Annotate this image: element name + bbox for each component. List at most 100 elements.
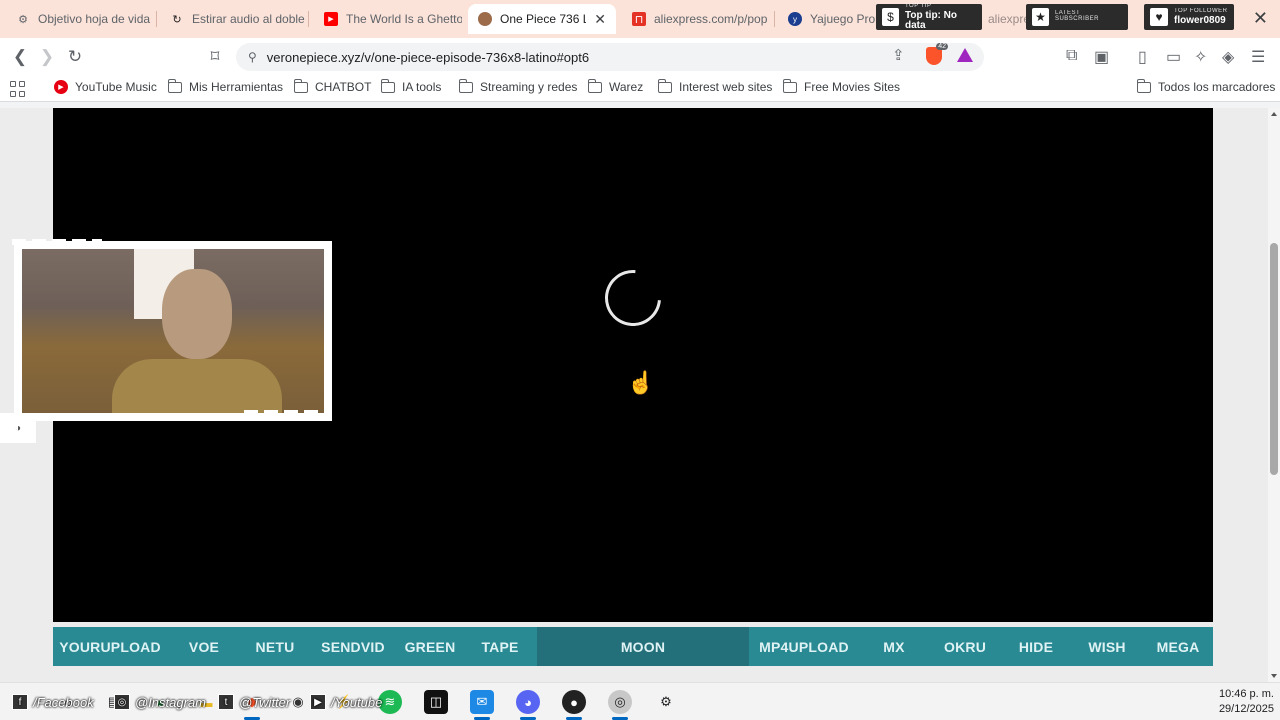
wallet-icon[interactable]: ▭ bbox=[1166, 47, 1181, 67]
site-info-icon[interactable]: ⚲ bbox=[248, 50, 257, 64]
bookmark-mis-herramientas[interactable]: Mis Herramientas bbox=[167, 78, 283, 94]
address-bar[interactable]: ⚲ veronepiece.xyz/v/one-piece-episode-73… bbox=[236, 43, 984, 71]
social-label: /Facebook bbox=[33, 694, 94, 710]
youtube-icon: ▶ bbox=[324, 12, 338, 26]
sidebar-icon[interactable]: ▯ bbox=[1138, 47, 1147, 67]
top-tip-overlay: $ TOP TIP Top tip: No data bbox=[876, 3, 982, 31]
disc-icon[interactable]: ◎ bbox=[608, 690, 632, 714]
page-scrollbar[interactable] bbox=[1268, 108, 1280, 682]
tab-aliexpress[interactable]: ⊓ aliexpress.com/p/pop bbox=[622, 4, 772, 34]
overlay-value: flower0809 bbox=[1174, 15, 1226, 26]
tab-divider bbox=[156, 11, 157, 27]
folder-icon bbox=[293, 78, 308, 93]
facebook-icon: f bbox=[12, 694, 28, 710]
folder-icon bbox=[657, 78, 672, 93]
youtube-icon: ▶ bbox=[310, 694, 326, 710]
search-tab-icon[interactable]: ▣ bbox=[1094, 47, 1109, 67]
bookmark-label: CHATBOT bbox=[315, 80, 372, 94]
tab-strip: ⚙ Objetivo hoja de vida ↻ Estirar audio … bbox=[0, 0, 1280, 38]
bookmark-streaming-redes[interactable]: Streaming y redes bbox=[458, 78, 577, 94]
scroll-up-icon[interactable] bbox=[1271, 112, 1277, 116]
taskbar: ⊞ ○ ▤ ● ▬ ◆ ◉ ⚡ ≋ ◫ ✉ ◕ ● ◎ ⚙ f /Faceboo… bbox=[0, 682, 1280, 720]
folder-icon bbox=[380, 78, 395, 93]
share-icon[interactable]: ⇪ bbox=[892, 46, 905, 64]
dolby-icon[interactable]: ◫ bbox=[424, 690, 448, 714]
apps-grid-icon[interactable] bbox=[10, 81, 26, 97]
tab-title: The World Is a Ghetto bbox=[346, 12, 462, 26]
clock-date: 29/12/2025 bbox=[1218, 703, 1274, 715]
brave-rewards-icon[interactable] bbox=[957, 48, 973, 62]
bookmark-chatbot[interactable]: CHATBOT bbox=[293, 78, 372, 94]
social-instagram: ◎ @Instagram bbox=[114, 694, 206, 710]
tab-title: One Piece 736 La bbox=[500, 12, 587, 26]
loading-spinner-icon bbox=[593, 258, 673, 338]
top-follower-overlay: ♥ TOP FOLLOWER flower0809 bbox=[1144, 4, 1234, 30]
server-yourupload[interactable]: YOURUPLOAD bbox=[53, 627, 167, 666]
bookmark-youtube-music[interactable]: ▶ YouTube Music bbox=[54, 80, 157, 94]
bookmark-label: IA tools bbox=[402, 80, 442, 94]
server-green[interactable]: GREEN bbox=[397, 627, 463, 666]
tab-title: aliexpress.com/p/pop bbox=[654, 12, 768, 26]
bookmark-label: Todos los marcadores bbox=[1158, 80, 1276, 94]
server-sendvid[interactable]: SENDVID bbox=[309, 627, 397, 666]
server-hide[interactable]: HIDE bbox=[1001, 627, 1071, 666]
bookmark-ia-tools[interactable]: IA tools bbox=[380, 78, 442, 94]
server-mega[interactable]: MEGA bbox=[1143, 627, 1213, 666]
tab-divider bbox=[774, 11, 775, 27]
overlay-value: Top tip: No data bbox=[904, 10, 957, 31]
leo-ai-icon[interactable]: ✧ bbox=[1194, 47, 1207, 67]
server-tape[interactable]: TAPE bbox=[463, 627, 537, 666]
tab-title: Objetivo hoja de vida bbox=[38, 12, 151, 26]
scroll-down-icon[interactable] bbox=[1271, 674, 1277, 678]
window-close-icon[interactable]: ✕ bbox=[1253, 8, 1268, 29]
vpn-icon[interactable]: ◈ bbox=[1222, 47, 1234, 67]
back-arrow-icon[interactable]: ❮ bbox=[9, 46, 31, 68]
server-wish[interactable]: WISH bbox=[1071, 627, 1143, 666]
address-toolbar: ❮ ❯ ↻ ⌑ ⚲ veronepiece.xyz/v/one-piece-ep… bbox=[0, 38, 1280, 76]
money-bag-icon: $ bbox=[882, 8, 899, 26]
server-moon[interactable]: MOON bbox=[537, 627, 749, 666]
folder-icon bbox=[167, 78, 182, 93]
folder-icon bbox=[782, 78, 797, 93]
tab-objetivo[interactable]: ⚙ Objetivo hoja de vida bbox=[6, 4, 156, 34]
anime-icon bbox=[478, 12, 492, 26]
bookmark-label: Free Movies Sites bbox=[804, 80, 901, 94]
webcam-feed bbox=[22, 249, 324, 413]
tab-estirar-audio[interactable]: ↻ Estirar audio al doble bbox=[160, 4, 306, 34]
tab-world-ghetto[interactable]: ▶ The World Is a Ghetto bbox=[314, 4, 462, 34]
instagram-icon: ◎ bbox=[114, 694, 130, 710]
menu-icon[interactable]: ☰ bbox=[1251, 47, 1265, 67]
bookmark-free-movies[interactable]: Free Movies Sites bbox=[782, 78, 901, 94]
youtube-music-icon: ▶ bbox=[54, 80, 68, 94]
server-mx[interactable]: MX bbox=[859, 627, 929, 666]
discord-icon[interactable]: ◕ bbox=[516, 690, 540, 714]
forward-arrow-icon[interactable]: ❯ bbox=[36, 46, 58, 68]
bookmark-all[interactable]: Todos los marcadores bbox=[1136, 78, 1276, 94]
tab-title: Yajuego Prom bbox=[810, 12, 878, 26]
brave-shield-icon[interactable]: 42 bbox=[926, 43, 948, 65]
bookmark-warez[interactable]: Warez bbox=[587, 78, 644, 94]
thunderbird-icon[interactable]: ✉ bbox=[470, 690, 494, 714]
twitter-icon: t bbox=[218, 694, 234, 710]
settings-gear-icon[interactable]: ⚙ bbox=[654, 690, 678, 714]
reload-icon[interactable]: ↻ bbox=[64, 46, 86, 68]
server-netu[interactable]: NETU bbox=[241, 627, 309, 666]
contrast-toggle-icon[interactable]: ◑ bbox=[0, 413, 36, 443]
server-okru[interactable]: OKRU bbox=[929, 627, 1001, 666]
bookmark-interest-web-sites[interactable]: Interest web sites bbox=[657, 78, 772, 94]
yajuego-icon: y bbox=[788, 12, 802, 26]
scrollbar-thumb[interactable] bbox=[1270, 243, 1278, 475]
tab-yajuego[interactable]: y Yajuego Prom bbox=[778, 4, 878, 34]
server-voe[interactable]: VOE bbox=[167, 627, 241, 666]
refresh-icon: ↻ bbox=[172, 13, 182, 26]
gear-icon: ⚙ bbox=[18, 13, 28, 26]
bookmark-label: Warez bbox=[609, 80, 644, 94]
recorder-icon[interactable]: ● bbox=[562, 690, 586, 714]
close-tab-icon[interactable]: ✕ bbox=[586, 11, 606, 28]
extensions-icon[interactable]: ⧉ bbox=[1066, 47, 1077, 65]
system-clock[interactable]: 10:46 p. m. 29/12/2025 bbox=[1219, 687, 1274, 717]
server-mp4upload[interactable]: MP4UPLOAD bbox=[749, 627, 859, 666]
bookmark-icon[interactable]: ⌑ bbox=[204, 46, 226, 68]
tab-one-piece[interactable]: One Piece 736 La ✕ bbox=[468, 4, 616, 34]
overlay-label: LATEST SUBSCRIBER bbox=[1054, 10, 1099, 22]
